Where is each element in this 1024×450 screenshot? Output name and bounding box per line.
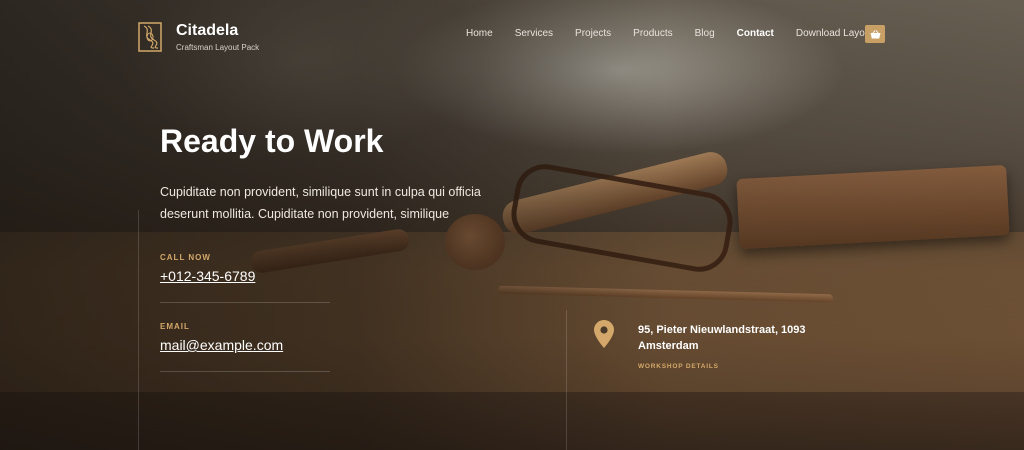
site-header: Citadela Craftsman Layout Pack Home Serv…	[0, 0, 1024, 70]
address-line-1: 95, Pieter Nieuwlandstraat, 1093	[638, 324, 806, 336]
call-now-label: CALL NOW	[160, 253, 211, 262]
nav-download-layout[interactable]: Download Layout	[796, 28, 873, 39]
phone-link[interactable]: +012-345-6789	[160, 268, 255, 284]
email-label: EMAIL	[160, 322, 190, 331]
nav-projects[interactable]: Projects	[575, 28, 611, 39]
nav-home[interactable]: Home	[466, 28, 493, 39]
nav-services[interactable]: Services	[515, 28, 553, 39]
hero-title: Ready to Work	[160, 123, 384, 159]
divider-middle	[566, 310, 567, 450]
divider-email	[160, 371, 330, 372]
nav-contact[interactable]: Contact	[737, 28, 774, 39]
workshop-details-link[interactable]: WORKSHOP DETAILS	[638, 363, 719, 370]
address: 95, Pieter Nieuwlandstraat, 1093 Amsterd…	[638, 322, 806, 354]
divider-phone	[160, 302, 330, 303]
nav-blog[interactable]: Blog	[695, 28, 715, 39]
brand-subtitle: Craftsman Layout Pack	[176, 43, 260, 52]
wood-grain-logo-icon	[138, 22, 162, 52]
shopping-basket-icon	[870, 29, 880, 38]
address-line-2: Amsterdam	[638, 340, 699, 352]
divider-left	[138, 210, 139, 450]
main-nav: Home Services Projects Products Blog Con…	[466, 28, 895, 39]
map-pin-icon	[594, 320, 614, 348]
cart-button[interactable]	[865, 25, 885, 43]
hero-description: Cupiditate non provident, similique sunt…	[160, 185, 481, 221]
logo[interactable]: Citadela Craftsman Layout Pack	[138, 22, 259, 52]
nav-products[interactable]: Products	[633, 28, 672, 39]
email-link[interactable]: mail@example.com	[160, 337, 283, 353]
brand-text: Citadela Craftsman Layout Pack	[176, 22, 259, 52]
brand-title: Citadela	[176, 22, 239, 39]
